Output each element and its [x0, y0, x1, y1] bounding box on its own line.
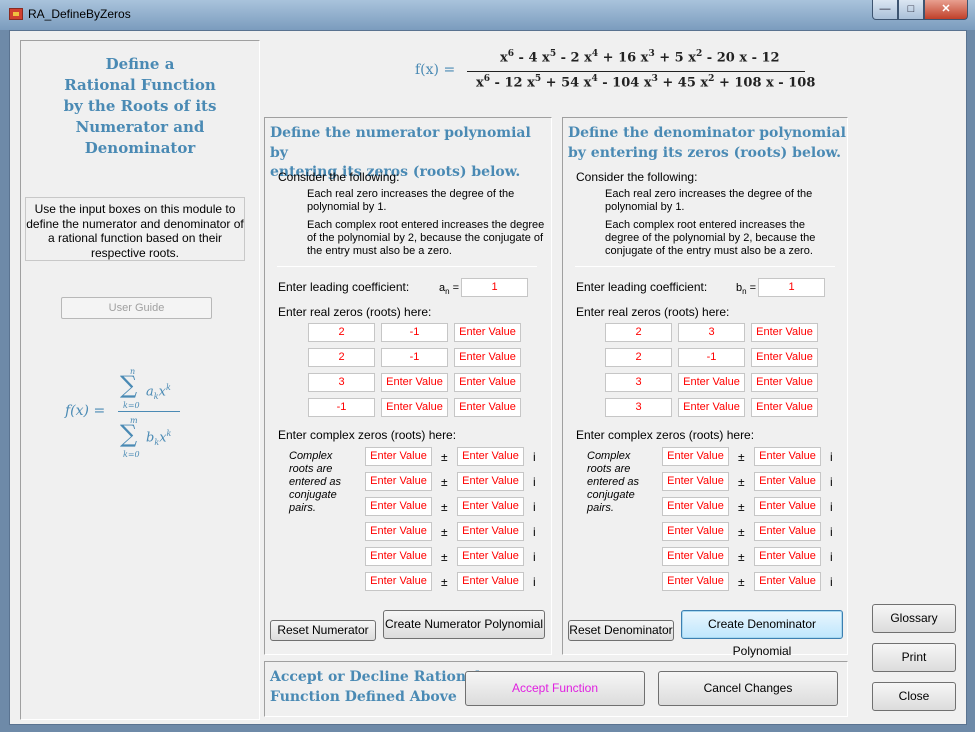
real-zero-input[interactable]: Enter Value — [678, 373, 745, 392]
complex-real-input[interactable]: Enter Value — [662, 522, 729, 541]
complex-real-input[interactable]: Enter Value — [365, 472, 432, 491]
complex-real-input[interactable]: Enter Value — [662, 547, 729, 566]
complex-imag-input[interactable]: Enter Value — [457, 447, 524, 466]
complex-note: Complex roots are entered as conjugate pairs… — [587, 450, 639, 514]
real-zero-input[interactable]: -1 — [381, 323, 448, 342]
real-zero-input[interactable]: Enter Value — [454, 398, 521, 417]
sum-icon: ∑ — [120, 371, 138, 399]
real-zero-input[interactable]: Enter Value — [454, 373, 521, 392]
complex-note: Complex roots are entered as conjugate pairs… — [289, 450, 341, 514]
complex-imag-input[interactable]: Enter Value — [754, 497, 821, 516]
complex-real-input[interactable]: Enter Value — [365, 572, 432, 591]
real-zero-input[interactable]: 2 — [605, 348, 672, 367]
complex-imag-input[interactable]: Enter Value — [754, 472, 821, 491]
real-zero-input[interactable]: 3 — [308, 373, 375, 392]
close-button[interactable]: Close — [872, 682, 956, 711]
user-guide-button[interactable]: User Guide — [61, 297, 212, 319]
denominator-expression: x6 - 12 x5 + 54 x4 - 104 x3 + 45 x2 + 10… — [476, 74, 816, 91]
real-zero-input[interactable]: -1 — [381, 348, 448, 367]
complex-imag-input[interactable]: Enter Value — [457, 547, 524, 566]
complex-imag-input[interactable]: Enter Value — [457, 522, 524, 541]
real-zero-input[interactable]: Enter Value — [751, 398, 818, 417]
reset-numerator-button[interactable]: Reset Numerator — [270, 620, 376, 641]
create-numerator-button[interactable]: Create Numerator Polynomial — [383, 610, 545, 639]
real-zero-input[interactable]: -1 — [308, 398, 375, 417]
real-zero-input[interactable]: 3 — [605, 398, 672, 417]
rational-function-formula: f(x) = n ∑ k=0 akxk m ∑ k=0 bkxk — [50, 361, 210, 491]
accept-title: Accept or Decline Rational Function Defin… — [270, 669, 481, 705]
complex-imag-input[interactable]: Enter Value — [457, 472, 524, 491]
main-window: Define a Rational Function by the Roots … — [9, 30, 967, 725]
real-zero-input[interactable]: Enter Value — [454, 348, 521, 367]
accept-function-button[interactable]: Accept Function — [465, 671, 645, 706]
numerator-group: Define the numerator polynomial by enteri… — [264, 117, 552, 655]
real-zero-input[interactable]: Enter Value — [381, 398, 448, 417]
fx-label: f(x) = — [415, 62, 456, 78]
real-zero-input[interactable]: Enter Value — [678, 398, 745, 417]
complex-imag-input[interactable]: Enter Value — [754, 522, 821, 541]
numerator-expression: x6 - 4 x5 - 2 x4 + 16 x3 + 5 x2 - 20 x -… — [500, 49, 780, 66]
real-zero-input[interactable]: Enter Value — [381, 373, 448, 392]
complex-real-input[interactable]: Enter Value — [365, 547, 432, 566]
real-zero-input[interactable]: Enter Value — [751, 323, 818, 342]
complex-imag-input[interactable]: Enter Value — [754, 547, 821, 566]
window-title: RA_DefineByZeros — [28, 7, 131, 21]
sum-icon: ∑ — [120, 420, 138, 448]
complex-real-input[interactable]: Enter Value — [365, 522, 432, 541]
minimize-button[interactable]: — — [872, 0, 898, 20]
maximize-button[interactable]: □ — [898, 0, 924, 20]
leading-coefficient-input[interactable]: 1 — [461, 278, 528, 297]
create-denominator-button[interactable]: Create Denominator Polynomial — [681, 610, 843, 658]
close-window-button[interactable]: ✕ — [924, 0, 968, 20]
real-zero-input[interactable]: Enter Value — [751, 348, 818, 367]
title-bar: RA_DefineByZeros — □ ✕ — [0, 0, 975, 30]
complex-real-input[interactable]: Enter Value — [662, 472, 729, 491]
real-zero-input[interactable]: 3 — [605, 373, 672, 392]
print-button[interactable]: Print — [872, 643, 956, 672]
cancel-changes-button[interactable]: Cancel Changes — [658, 671, 838, 706]
real-zero-input[interactable]: -1 — [678, 348, 745, 367]
complex-imag-input[interactable]: Enter Value — [457, 497, 524, 516]
complex-real-input[interactable]: Enter Value — [365, 447, 432, 466]
real-zero-input[interactable]: 2 — [308, 323, 375, 342]
denominator-group: Define the denominator polynomial by ente… — [562, 117, 848, 658]
real-zero-input[interactable]: 2 — [605, 323, 672, 342]
complex-imag-input[interactable]: Enter Value — [754, 447, 821, 466]
fraction-bar — [467, 71, 805, 72]
module-title: Define a Rational Function by the Roots … — [63, 55, 217, 157]
app-icon — [9, 8, 23, 20]
complex-real-input[interactable]: Enter Value — [662, 572, 729, 591]
module-description: Use the input boxes on this module to de… — [25, 197, 245, 261]
accept-group: Accept or Decline Rational Function Defin… — [264, 661, 848, 717]
real-zero-input[interactable]: Enter Value — [454, 323, 521, 342]
complex-real-input[interactable]: Enter Value — [662, 497, 729, 516]
denominator-title: Define the denominator polynomial by ente… — [568, 125, 846, 161]
leading-coefficient-input[interactable]: 1 — [758, 278, 825, 297]
complex-imag-input[interactable]: Enter Value — [754, 572, 821, 591]
real-zero-input[interactable]: 3 — [678, 323, 745, 342]
complex-real-input[interactable]: Enter Value — [365, 497, 432, 516]
complex-real-input[interactable]: Enter Value — [662, 447, 729, 466]
glossary-button[interactable]: Glossary — [872, 604, 956, 633]
complex-imag-input[interactable]: Enter Value — [457, 572, 524, 591]
real-zero-input[interactable]: Enter Value — [751, 373, 818, 392]
real-zero-input[interactable]: 2 — [308, 348, 375, 367]
reset-denominator-button[interactable]: Reset Denominator — [568, 620, 674, 641]
